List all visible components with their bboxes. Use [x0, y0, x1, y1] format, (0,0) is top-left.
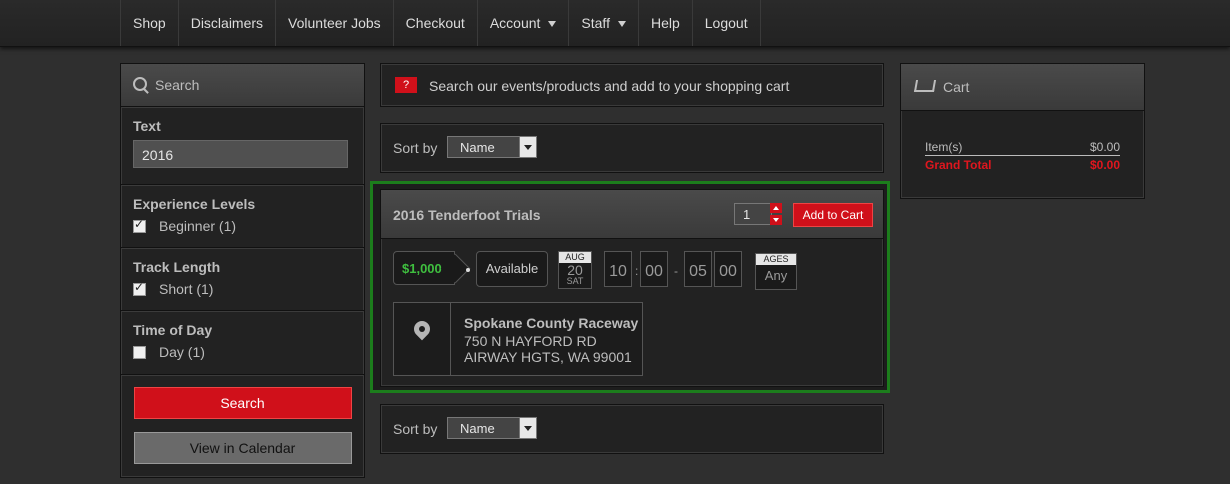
nav-checkout[interactable]: Checkout [394, 0, 478, 46]
ages-box: AGES Any [755, 253, 797, 290]
search-text-input[interactable]: 2016 [133, 140, 348, 168]
beginner-option-label: Beginner (1) [159, 218, 237, 234]
search-button[interactable]: Search [133, 387, 352, 419]
nav-disclaimers[interactable]: Disclaimers [179, 0, 277, 46]
search-sidebar: Search Text 2016 Experience Levels Begin… [120, 63, 365, 478]
experience-filter-title: Experience Levels [133, 196, 256, 212]
venue-icon-box [394, 303, 451, 375]
start-hour: 10 [604, 251, 632, 287]
cart-total-value: $0.00 [1089, 158, 1120, 172]
quantity-stepper[interactable] [770, 203, 782, 225]
ages-label: AGES [756, 254, 796, 265]
tag-hole-icon [466, 268, 470, 272]
day-option-label: Day (1) [159, 344, 205, 360]
top-navigation: Shop Disclaimers Volunteer Jobs Checkout… [0, 0, 1230, 47]
search-icon [133, 77, 147, 92]
venue-address-line2: AIRWAY HGTS, WA 99001 [464, 349, 632, 365]
time-filter-section: Time of Day Day (1) [121, 311, 364, 375]
time-range-separator: - [674, 264, 678, 278]
nav-staff-label: Staff [581, 15, 610, 31]
info-bar: ? Search our events/products and add to … [380, 63, 884, 107]
short-option-label: Short (1) [159, 281, 214, 297]
start-time-separator: : [635, 264, 639, 278]
chevron-down-icon [548, 21, 557, 28]
cart-total-label: Grand Total [925, 158, 992, 172]
time-option-day[interactable]: Day (1) [133, 344, 352, 360]
time-filter-title: Time of Day [133, 322, 213, 338]
nav-account[interactable]: Account [478, 0, 570, 46]
cart-total-row: Grand Total $0.00 [925, 158, 1120, 172]
date-day: 20 [567, 262, 583, 278]
text-filter-section: Text 2016 [121, 107, 364, 185]
stepper-down-icon[interactable] [770, 215, 782, 225]
help-badge[interactable]: ? [395, 77, 417, 93]
track-filter-title: Track Length [133, 259, 221, 275]
venue-address-line1: 750 N HAYFORD RD [464, 333, 597, 349]
quantity-input[interactable]: 1 [734, 203, 772, 225]
track-filter-section: Track Length Short (1) [121, 248, 364, 311]
end-minute: 00 [714, 251, 742, 287]
sort-bar-top: Sort by Name [380, 123, 884, 173]
sort-select[interactable]: Name [447, 417, 537, 439]
sort-select[interactable]: Name [447, 136, 537, 158]
sort-select-value: Name [460, 140, 495, 155]
view-in-calendar-button[interactable]: View in Calendar [133, 432, 352, 464]
stepper-up-icon[interactable] [770, 203, 782, 213]
search-panel-header: Search [121, 64, 364, 107]
cart-items-label: Item(s) [925, 140, 963, 154]
cart-icon [913, 80, 937, 93]
text-filter-label: Text [133, 118, 161, 134]
end-hour: 05 [684, 251, 712, 287]
track-option-short[interactable]: Short (1) [133, 280, 352, 297]
nav-logout[interactable]: Logout [693, 0, 761, 46]
event-card: 2016 Tenderfoot Trials 1 Add to Cart $1,… [380, 189, 884, 387]
venue-box[interactable]: Spokane County Raceway 750 N HAYFORD RD … [393, 302, 643, 376]
sort-label: Sort by [393, 421, 438, 437]
date-weekday: SAT [566, 276, 584, 286]
cart-items-value: $0.00 [1089, 140, 1120, 154]
map-pin-icon [410, 317, 434, 341]
price-value: $1,000 [402, 261, 442, 276]
sort-label: Sort by [393, 140, 438, 156]
cart-panel: Cart Item(s) $0.00 Grand Total $0.00 [900, 63, 1145, 199]
beginner-checkbox[interactable] [133, 217, 146, 233]
chevron-down-icon [617, 21, 626, 28]
cart-header: Cart [901, 64, 1144, 111]
nav-help[interactable]: Help [639, 0, 693, 46]
chevron-down-icon [519, 418, 536, 438]
ages-value: Any [764, 268, 788, 283]
chevron-down-icon [519, 137, 536, 157]
experience-option-beginner[interactable]: Beginner (1) [133, 217, 352, 234]
experience-filter-section: Experience Levels Beginner (1) [121, 185, 364, 248]
add-to-cart-button[interactable]: Add to Cart [793, 203, 873, 227]
nav-shop[interactable]: Shop [121, 0, 179, 46]
day-checkbox[interactable] [133, 345, 146, 359]
nav-volunteer-jobs[interactable]: Volunteer Jobs [276, 0, 394, 46]
sort-bar-bottom: Sort by Name [380, 404, 884, 454]
search-panel-title: Search [155, 77, 200, 93]
info-text: Search our events/products and add to yo… [429, 78, 790, 94]
nav-list: Shop Disclaimers Volunteer Jobs Checkout… [120, 0, 761, 46]
sort-select-value: Name [460, 421, 495, 436]
event-header: 2016 Tenderfoot Trials 1 Add to Cart [381, 190, 883, 239]
nav-staff[interactable]: Staff [569, 0, 639, 46]
event-title[interactable]: 2016 Tenderfoot Trials [393, 207, 541, 223]
venue-name: Spokane County Raceway [464, 315, 639, 331]
short-checkbox[interactable] [133, 280, 146, 296]
event-date: AUG 20 SAT [558, 251, 592, 289]
cart-title: Cart [943, 79, 970, 95]
availability-badge: Available [476, 251, 548, 287]
start-minute: 00 [640, 251, 668, 287]
nav-account-label: Account [489, 15, 541, 31]
sidebar-actions: Search View in Calendar [121, 375, 364, 464]
cart-items-row: Item(s) $0.00 [925, 140, 1120, 156]
price-tag: $1,000 [393, 251, 470, 285]
